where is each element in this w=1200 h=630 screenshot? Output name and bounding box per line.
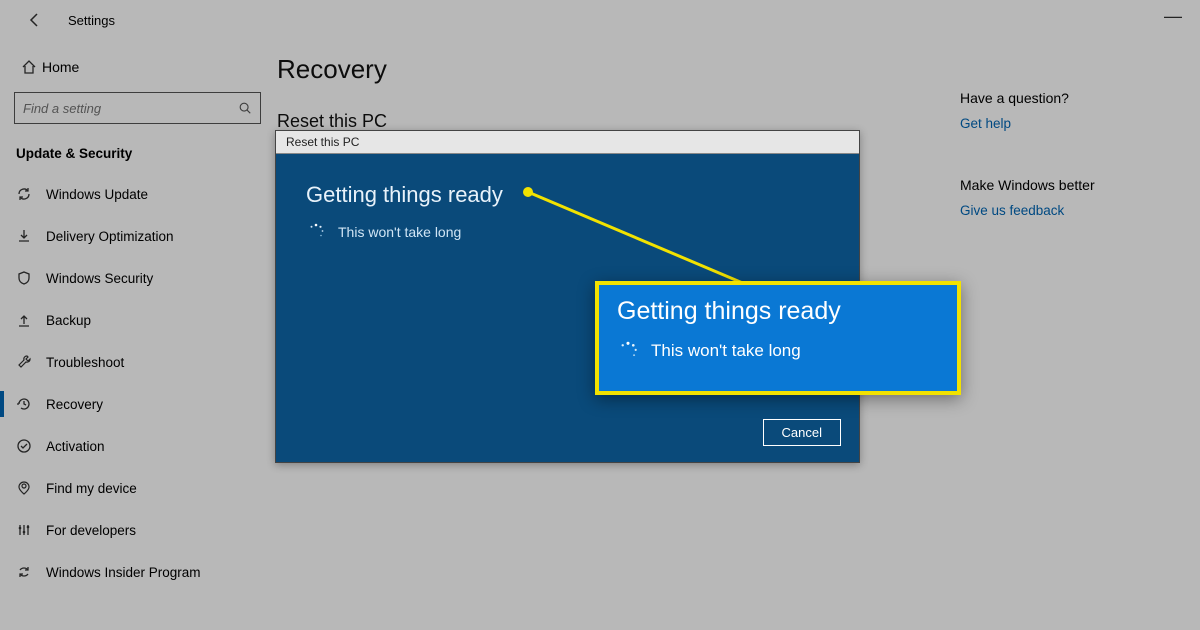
sidebar-item-label: For developers xyxy=(46,523,136,538)
back-button[interactable] xyxy=(20,5,50,35)
get-help-link[interactable]: Get help xyxy=(960,116,1140,131)
callout-heading: Getting things ready xyxy=(617,297,939,326)
feedback-link[interactable]: Give us feedback xyxy=(960,203,1140,218)
locate-icon xyxy=(16,480,46,496)
sidebar: Home Update & Security Windows Update Del… xyxy=(0,40,275,630)
window-title: Settings xyxy=(68,13,115,28)
sidebar-section-title: Update & Security xyxy=(0,132,275,173)
sync-icon xyxy=(16,186,46,202)
sidebar-item-activation[interactable]: Activation xyxy=(0,425,275,467)
help-question-label: Have a question? xyxy=(960,90,1140,106)
search-icon xyxy=(238,101,252,115)
sidebar-item-label: Windows Security xyxy=(46,271,153,286)
sidebar-item-backup[interactable]: Backup xyxy=(0,299,275,341)
sidebar-item-label: Backup xyxy=(46,313,91,328)
help-panel: Have a question? Get help Make Windows b… xyxy=(960,90,1140,218)
sidebar-item-label: Recovery xyxy=(46,397,103,412)
history-icon xyxy=(16,396,46,412)
wrench-icon xyxy=(16,354,46,370)
home-icon xyxy=(16,59,42,75)
dialog-titlebar: Reset this PC xyxy=(276,131,859,154)
annotation-callout: Getting things ready This won't take lon… xyxy=(595,281,961,395)
cycle-icon xyxy=(16,564,46,580)
sidebar-item-windows-security[interactable]: Windows Security xyxy=(0,257,275,299)
dialog-subtext: This won't take long xyxy=(338,224,461,240)
cancel-button[interactable]: Cancel xyxy=(763,419,841,446)
sidebar-item-label: Find my device xyxy=(46,481,137,496)
spinner-icon xyxy=(617,340,639,362)
dialog-heading: Getting things ready xyxy=(306,182,829,208)
sidebar-home-label: Home xyxy=(42,59,79,75)
sidebar-home[interactable]: Home xyxy=(0,50,275,84)
download-icon xyxy=(16,228,46,244)
page-title: Recovery xyxy=(277,54,1160,85)
callout-subtext: This won't take long xyxy=(651,341,801,361)
sliders-icon xyxy=(16,522,46,538)
sidebar-item-delivery-optimization[interactable]: Delivery Optimization xyxy=(0,215,275,257)
sidebar-item-windows-insider-program[interactable]: Windows Insider Program xyxy=(0,551,275,593)
spinner-icon xyxy=(306,222,326,242)
improve-label: Make Windows better xyxy=(960,177,1140,193)
sidebar-item-label: Troubleshoot xyxy=(46,355,124,370)
sidebar-item-windows-update[interactable]: Windows Update xyxy=(0,173,275,215)
sidebar-item-recovery[interactable]: Recovery xyxy=(0,383,275,425)
sidebar-item-label: Windows Update xyxy=(46,187,148,202)
search-input[interactable] xyxy=(23,101,238,116)
check-circle-icon xyxy=(16,438,46,454)
sidebar-item-find-my-device[interactable]: Find my device xyxy=(0,467,275,509)
sidebar-item-for-developers[interactable]: For developers xyxy=(0,509,275,551)
shield-icon xyxy=(16,270,46,286)
sidebar-item-label: Activation xyxy=(46,439,105,454)
search-input-container[interactable] xyxy=(14,92,261,124)
sidebar-item-label: Delivery Optimization xyxy=(46,229,174,244)
sidebar-item-label: Windows Insider Program xyxy=(46,565,201,580)
sidebar-item-troubleshoot[interactable]: Troubleshoot xyxy=(0,341,275,383)
upload-icon xyxy=(16,312,46,328)
minimize-button[interactable]: — xyxy=(1164,6,1182,27)
